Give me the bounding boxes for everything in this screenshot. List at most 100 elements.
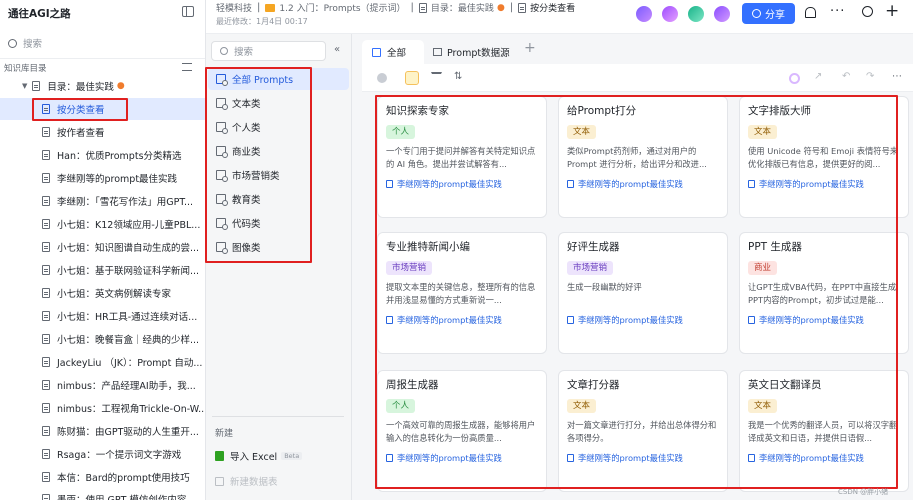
sidebar-item[interactable]: 陈财猫：由GPT驱动的人生重开... [0,420,205,442]
bell-icon[interactable] [805,7,816,18]
sidebar-item-label: 按作者查看 [57,128,105,139]
sidebar-item[interactable]: nimbus：工程视角Trickle-On-W... [0,397,205,419]
sidebar-item-parent[interactable]: ▼ 目录：最佳实践 ● [0,75,205,97]
filter-icon[interactable] [431,72,442,83]
new-table-label: 新建数据表 [230,477,278,488]
space-title[interactable]: 通往AGI之路 [8,6,71,21]
chevron-down-icon: ▼ [22,82,28,90]
sidebar-search-input[interactable]: 搜索 [23,36,42,50]
sidebar-item[interactable]: JackeyLiu （JK）：Prompt 自动... [0,351,205,373]
sidebar-search[interactable]: 搜索 [4,33,200,53]
undo-icon[interactable]: ↶ [842,71,850,82]
category-search-input[interactable]: 搜索 [211,41,326,61]
doc-icon [42,380,50,390]
sidebar-item[interactable]: 小七姐：基于联网验证科学新闻... [0,259,205,281]
add-icon[interactable]: + [885,1,899,21]
tab-label: Prompt数据源 [447,48,510,59]
sidebar-item-label: 本信：Bard的prompt使用技巧 [57,473,190,484]
doc-icon [42,403,50,413]
import-excel-button[interactable]: 导入 Excel Beta [215,449,303,463]
avatar[interactable] [634,4,654,24]
collapse-pane-icon[interactable]: « [334,44,340,55]
knowledge-sidebar: 通往AGI之路 搜索 知识库目录 ▼ 目录：最佳实践 ● 按分类查看 按作者查看… [0,0,206,500]
doc-icon [42,242,50,252]
doc-icon [42,196,50,206]
top-bar: 轻模科技 | 1.2 入门：Prompts（提示词） | 目录：最佳实践 ● |… [206,0,913,34]
fire-icon: ● [496,2,505,13]
share-label: 分享 [765,10,785,21]
sidebar-item-label: JackeyLiu （JK）：Prompt 自动... [57,358,203,369]
sidebar-item-label: 小七姐：英文病例解读专家 [57,289,172,300]
doc-icon [42,219,50,229]
sidebar-item-label: Rsaga：一个提示词文字游戏 [57,450,182,461]
doc-icon [42,311,50,321]
avatar[interactable] [660,4,680,24]
more-icon[interactable]: ··· [830,4,845,19]
sidebar-item[interactable]: 小七姐：英文病例解读专家 [0,282,205,304]
category-search-placeholder: 搜索 [234,47,254,58]
ai-icon[interactable] [789,73,800,84]
new-table-button[interactable]: 新建数据表 [215,474,278,488]
share-view-icon[interactable]: ↗ [814,71,822,82]
doc-icon [42,288,50,298]
watermark: CSDN @胖小猪 [838,488,889,496]
avatar[interactable] [712,4,732,24]
highlight-box [205,67,312,263]
sort-icon[interactable]: ⇅ [454,71,462,82]
doc-icon [42,127,50,137]
doc-icon [42,334,50,344]
sidebar-item-label: 小七姐：HR工具-通过连续对话... [57,312,198,323]
doc-icon [518,2,527,13]
highlight-box [32,98,128,121]
sidebar-item-label: 小七姐：知识图谱自动生成的尝... [57,243,200,254]
doc-icon [42,472,50,482]
sidebar-item-label: 小七姐：晚餐盲盒｜经典的少样... [57,335,200,346]
excel-icon [215,451,224,461]
sidebar-item[interactable]: Rsaga：一个提示词文字游戏 [0,443,205,465]
doc-icon [42,426,50,436]
breadcrumb-item[interactable]: 目录：最佳实践 [431,1,494,14]
more-icon[interactable]: ⋯ [892,71,902,82]
sidebar-item[interactable]: 小七姐：K12领域应用-儿童PBL... [0,213,205,235]
tab-prompt-source[interactable]: Prompt数据源 [433,40,510,64]
settings-icon[interactable] [405,71,419,85]
fire-icon: ● [116,81,125,91]
sidebar-item-label: 小七姐：基于联网验证科学新闻... [57,266,200,277]
sidebar-item-label: 李继刚等的prompt最佳实践 [57,174,178,185]
redo-icon[interactable]: ↷ [866,71,874,82]
sidebar-item-label: 李继刚：「雪花写作法」用GPT... [57,197,194,208]
tab-all[interactable]: 全部 [362,40,424,64]
sidebar-item[interactable]: 小七姐：知识图谱自动生成的尝... [0,236,205,258]
sidebar-item[interactable]: 墨雨：使用 GPT 模仿创作内容 [0,488,205,500]
breadcrumb-brand[interactable]: 轻模科技 [216,1,252,14]
tab-label: 全部 [387,48,407,59]
sidebar-item[interactable]: 李继刚等的prompt最佳实践 [0,167,205,189]
sidebar-item-label: 小七姐：K12领域应用-儿童PBL... [57,220,201,231]
beta-badge: Beta [281,452,303,460]
table-icon [433,48,442,56]
doc-icon [42,265,50,275]
share-button[interactable]: 分享 [742,3,795,24]
search-icon [220,47,228,55]
highlight-box [375,95,898,489]
sidebar-item[interactable]: nimbus：产品经理AI助手，我... [0,374,205,396]
sidebar-item[interactable]: Han：优质Prompts分类精选 [0,144,205,166]
sidebar-item[interactable]: 李继刚：「雪花写作法」用GPT... [0,190,205,212]
sidebar-item[interactable]: 小七姐：晚餐盲盒｜经典的少样... [0,328,205,350]
add-view-button[interactable]: + [524,40,536,56]
sidebar-item[interactable]: 按作者查看 [0,121,205,143]
sidebar-item-label: 墨雨：使用 GPT 模仿创作内容 [57,492,186,500]
add-record-icon[interactable] [377,73,387,83]
sidebar-item[interactable]: 小七姐：HR工具-通过连续对话... [0,305,205,327]
sort-icon[interactable] [182,63,192,71]
doc-icon [42,449,50,459]
sidebar-item[interactable]: 本信：Bard的prompt使用技巧 [0,466,205,488]
new-section-label: 新建 [215,429,234,439]
avatar[interactable] [686,4,706,24]
sidebar-collapse-icon[interactable] [182,6,194,17]
breadcrumb-item[interactable]: 1.2 入门：Prompts（提示词） [279,1,405,14]
doc-icon [42,357,50,367]
sidebar-item-label: 陈财猫：由GPT驱动的人生重开... [57,427,199,438]
breadcrumb-current[interactable]: 按分类查看 [530,1,575,14]
search-icon[interactable] [862,6,873,17]
